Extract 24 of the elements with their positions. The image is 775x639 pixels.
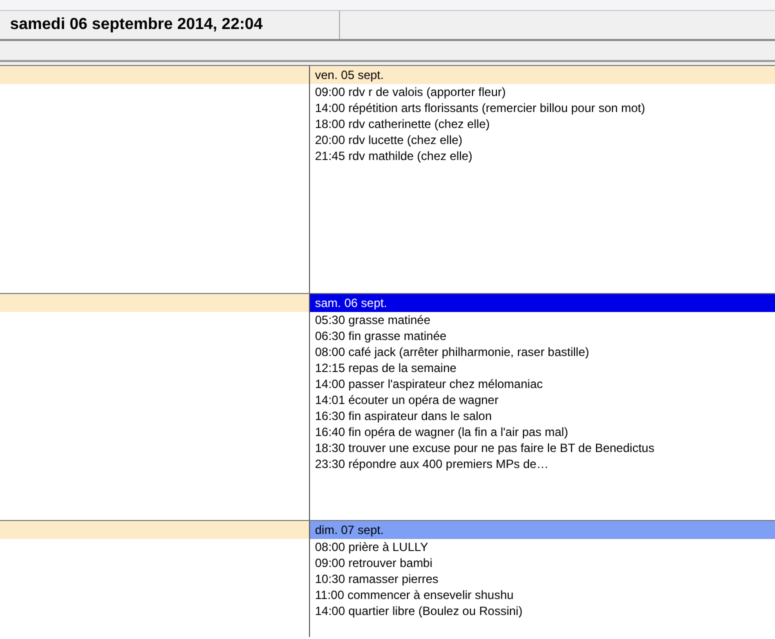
event-entry[interactable]: 14:00 passer l'aspirateur chez mélomaniac [310, 376, 543, 392]
event-entry[interactable]: 18:00 rdv catherinette (chez elle) [310, 116, 490, 132]
day-header[interactable]: ven. 05 sept. [310, 66, 775, 84]
event-entry[interactable]: 16:30 fin aspirateur dans le salon [310, 408, 492, 424]
event-entry[interactable]: 14:00 quartier libre (Boulez ou Rossini) [310, 603, 522, 619]
event-entry[interactable]: 09:00 rdv r de valois (apporter fleur) [310, 84, 506, 100]
date-time-title: samedi 06 septembre 2014, 22:04 [10, 15, 263, 35]
event-entry[interactable]: 21:45 rdv mathilde (chez elle) [310, 148, 472, 164]
event-entry[interactable]: 16:40 fin opéra de wagner (la fin a l'air pas mal) [310, 424, 568, 440]
event-entry[interactable]: 12:15 repas de la semaine [310, 360, 456, 376]
event-entry[interactable]: 14:00 répétition arts florissants (remercier billou pour son mot) [310, 100, 646, 116]
event-entry[interactable]: 06:30 fin grasse matinée [310, 328, 446, 344]
event-entry[interactable]: 18:30 trouver une excuse pour ne pas faire le BT de Benedictus [310, 440, 654, 456]
day-header[interactable]: sam. 06 sept. [310, 294, 775, 312]
event-entry[interactable]: 20:00 rdv lucette (chez elle) [310, 132, 462, 148]
event-entry[interactable]: 23:30 répondre aux 400 premiers MPs de… [310, 456, 548, 472]
event-entry[interactable]: 08:00 café jack (arrêter philharmonie, raser bastille) [310, 344, 590, 360]
event-entry[interactable]: 11:00 commencer à ensevelir shushu [310, 587, 514, 603]
event-entry[interactable]: 08:00 prière à LULLY [310, 539, 428, 555]
event-entry[interactable]: 14:01 écouter un opéra de wagner [310, 392, 498, 408]
day-header[interactable]: dim. 07 sept. [310, 521, 775, 539]
event-entry[interactable]: 05:30 grasse matinée [310, 312, 430, 328]
event-entry[interactable]: 10:30 ramasser pierres [310, 571, 438, 587]
event-entry[interactable]: 09:00 retrouver bambi [310, 555, 432, 571]
